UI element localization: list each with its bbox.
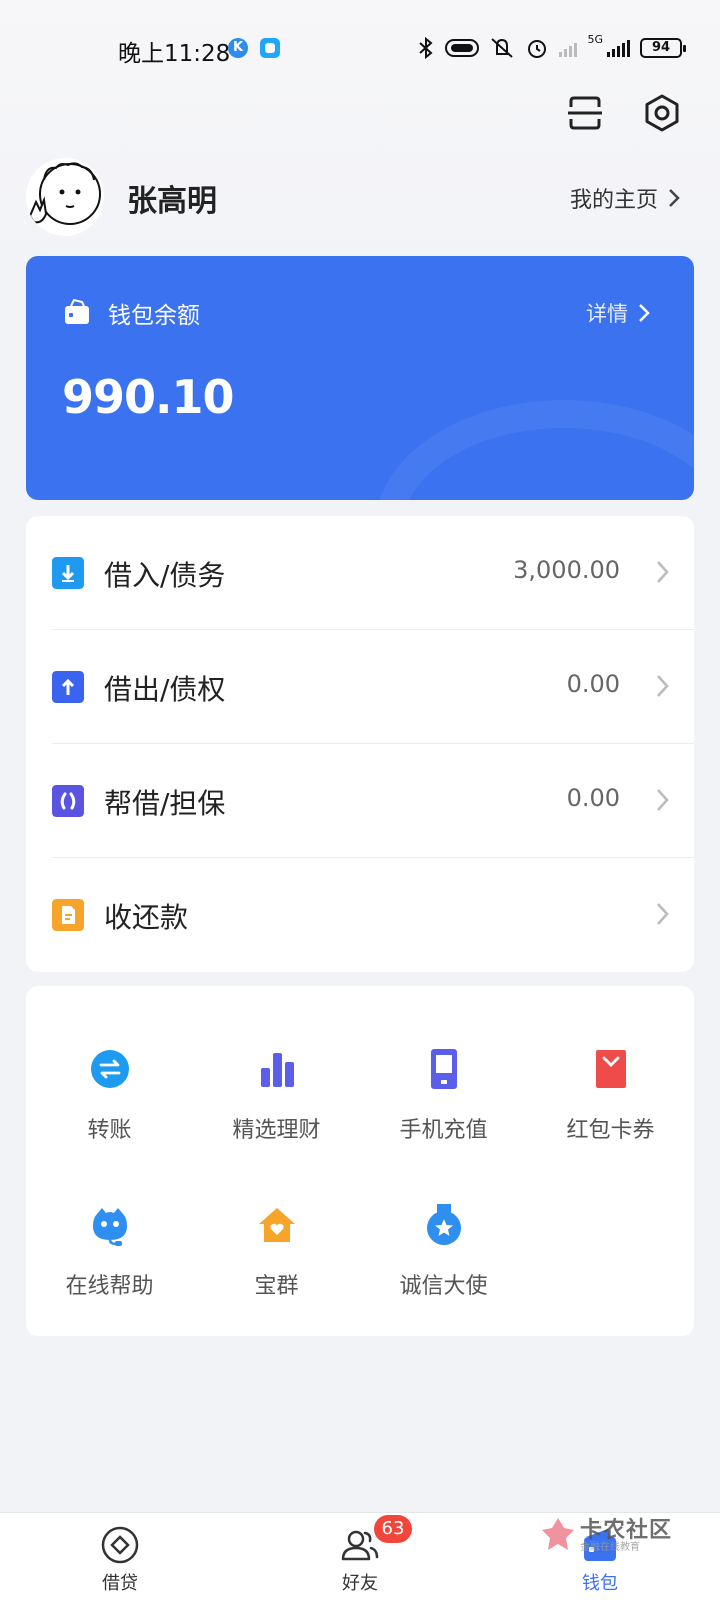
watermark-subtext: 金融在线教育	[580, 1542, 640, 1553]
scan-icon	[568, 96, 602, 130]
list-item-label: 借入/债务	[104, 559, 226, 592]
service-label: 诚信大使	[399, 1274, 488, 1299]
phone-icon	[431, 1049, 457, 1089]
house-heart-icon	[259, 1208, 295, 1242]
list-item-repayment[interactable]: 收还款	[26, 858, 694, 972]
watermark: 卡农社区 金融在线教育	[540, 1512, 700, 1556]
loan-summary-list: 借入/债务 3,000.00 借出/债权 0.00 帮借/担保 0.00 收还款	[26, 516, 694, 972]
my-homepage-link[interactable]: 我的主页	[570, 182, 680, 214]
wallet-bag-icon	[65, 298, 89, 324]
nav-label: 好友	[342, 1573, 378, 1594]
alarm-icon	[528, 40, 547, 58]
service-label: 转账	[87, 1118, 132, 1143]
signal-icon	[607, 39, 630, 57]
mute-icon	[491, 38, 514, 58]
bluetooth-icon	[419, 36, 434, 60]
chevron-right-icon	[639, 304, 650, 322]
chevron-right-icon	[657, 675, 669, 697]
list-item-label: 帮借/担保	[104, 787, 226, 820]
transfer-icon	[91, 1050, 129, 1088]
arrow-up-icon	[52, 671, 84, 703]
red-envelope-icon	[596, 1050, 626, 1088]
service-label: 宝群	[254, 1274, 299, 1299]
loan-icon	[101, 1526, 139, 1564]
app-notification-icon: K	[228, 38, 248, 58]
message-notification-icon	[260, 38, 280, 58]
list-item-value: 0.00	[566, 784, 620, 812]
wallet-balance-card[interactable]: 钱包余额 详情 990.10	[26, 256, 694, 500]
network-type: 5G	[587, 33, 603, 46]
chevron-right-icon	[657, 789, 669, 811]
support-robot-icon	[93, 1208, 127, 1246]
nav-label: 借贷	[102, 1573, 138, 1594]
settings-button[interactable]	[643, 93, 681, 133]
my-homepage-label: 我的主页	[569, 188, 658, 213]
settings-icon	[645, 94, 679, 132]
toggle-icon	[445, 39, 480, 57]
status-bar: 晚上11:28 K 5G 94	[0, 28, 720, 68]
user-name: 张高明	[127, 184, 217, 219]
list-item-value: 3,000.00	[513, 556, 620, 584]
service-label: 精选理财	[232, 1118, 321, 1143]
card-decoration	[374, 400, 694, 500]
service-transfer[interactable]: 转账	[26, 1048, 193, 1168]
status-time: 晚上11:28	[118, 41, 231, 67]
chevron-right-icon	[669, 189, 680, 207]
wallet-detail-label: 详情	[586, 302, 628, 326]
service-red-envelope[interactable]: 红包卡券	[527, 1048, 694, 1168]
service-label: 红包卡券	[566, 1118, 655, 1143]
watermark-logo-icon	[542, 1518, 574, 1550]
service-online-help[interactable]: 在线帮助	[26, 1204, 193, 1324]
status-icons: 5G 94	[417, 33, 686, 62]
service-integrity-ambassador[interactable]: 诚信大使	[360, 1204, 527, 1324]
chevron-right-icon	[657, 903, 669, 925]
list-item-borrowed-debt[interactable]: 借入/债务 3,000.00	[26, 516, 694, 630]
wallet-balance-label: 钱包余额	[108, 303, 200, 329]
bar-chart-icon	[261, 1053, 294, 1087]
services-grid: 转账 精选理财 手机充值 红包卡券 在线帮助 宝群 诚信大使	[26, 986, 694, 1336]
avatar[interactable]	[26, 158, 104, 236]
battery-icon: 94	[640, 38, 686, 58]
list-item-label: 借出/债权	[104, 673, 226, 706]
avatar-face-icon	[28, 162, 101, 225]
service-treasure-group[interactable]: 宝群	[193, 1204, 360, 1324]
document-icon	[52, 899, 84, 931]
nav-item-loan[interactable]: 借贷	[0, 1513, 240, 1600]
chevron-right-icon	[657, 561, 669, 583]
arrow-down-icon	[52, 557, 84, 589]
scan-button[interactable]	[567, 95, 603, 131]
signal-weak-icon	[559, 39, 578, 57]
service-label: 手机充值	[399, 1118, 488, 1143]
guarantee-icon	[52, 785, 84, 817]
service-wealth[interactable]: 精选理财	[193, 1048, 360, 1168]
wallet-balance-amount: 990.10	[62, 370, 235, 424]
list-item-lent-credit[interactable]: 借出/债权 0.00	[26, 630, 694, 744]
nav-item-friends[interactable]: 63 好友	[240, 1513, 480, 1600]
service-label: 在线帮助	[65, 1274, 154, 1299]
nav-label: 钱包	[582, 1573, 618, 1594]
wallet-detail-link[interactable]: 详情	[586, 298, 650, 328]
medal-icon	[427, 1204, 461, 1245]
list-item-label: 收还款	[104, 901, 189, 934]
list-item-guarantee[interactable]: 帮借/担保 0.00	[26, 744, 694, 858]
list-item-value: 0.00	[566, 670, 620, 698]
friends-badge: 63	[374, 1515, 412, 1543]
service-phone-topup[interactable]: 手机充值	[360, 1048, 527, 1168]
